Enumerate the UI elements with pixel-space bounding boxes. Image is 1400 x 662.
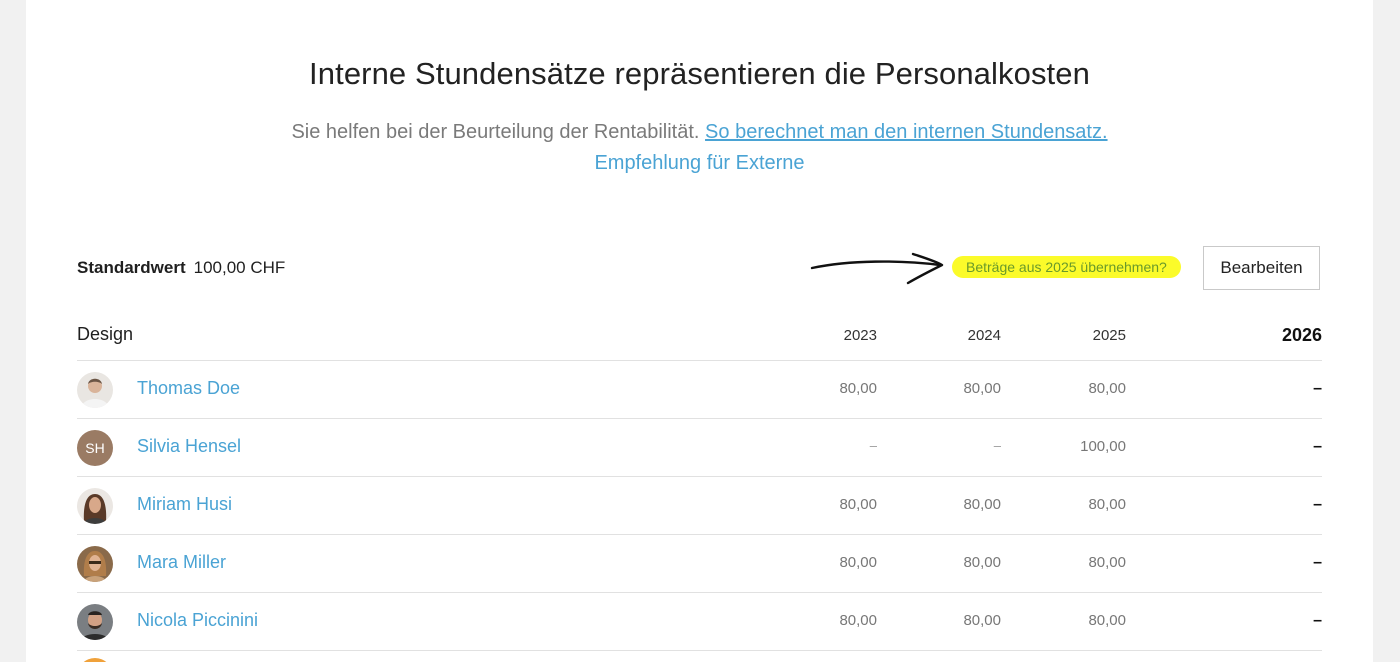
avatar [77,604,113,640]
rate-cell: 80,00 [839,554,877,571]
year-header: 2024 [967,327,1001,344]
rate-cell: 100,00 [1080,438,1126,455]
copy-previous-year-link[interactable]: Beträge aus 2025 übernehmen? [952,256,1181,278]
group-title: Design [77,324,134,344]
rate-cell: 80,00 [1088,554,1126,571]
standard-rate: Standardwert 100,00 CHF [77,258,285,278]
employee-name-link[interactable]: Mara Miller [137,552,226,573]
current-rate-cell: – [1313,496,1322,513]
avatar [77,658,113,662]
avatar [77,488,113,524]
employee-name-link[interactable]: Nicola Piccinini [137,610,258,631]
rate-calculation-link[interactable]: So berechnet man den internen Stundensat… [705,121,1108,143]
standard-rate-value: 100,00 CHF [193,258,286,277]
table-row: SH Silvia Hensel – – 100,00 – [77,419,1322,477]
employee-name-link[interactable]: Thomas Doe [137,378,240,399]
table-row: Mara Miller 80,00 80,00 80,00 – [77,535,1322,593]
rate-cell: 80,00 [839,496,877,513]
employee-name-link[interactable]: Silvia Hensel [137,436,241,457]
rate-cell: 80,00 [963,554,1001,571]
standard-rate-label: Standardwert [77,258,186,277]
rate-cell: 80,00 [1088,612,1126,629]
external-recommendation-link[interactable]: Empfehlung für Externe [26,152,1373,175]
table-row: Nicola Piccinini 80,00 80,00 80,00 – [77,593,1322,651]
rate-cell: 80,00 [963,496,1001,513]
main-panel: Interne Stundensätze repräsentieren die … [26,0,1373,662]
table-header: Design 2023 2024 2025 2026 [77,312,1322,361]
hourly-rates-table: Design 2023 2024 2025 2026 Thomas Doe 80… [77,312,1322,651]
avatar [77,546,113,582]
rate-cell: 80,00 [963,380,1001,397]
rate-cell: 80,00 [963,612,1001,629]
year-header: 2025 [1092,327,1126,344]
rate-cell: 80,00 [1088,496,1126,513]
employee-name-link[interactable]: Miriam Husi [137,494,232,515]
current-rate-cell: – [1313,438,1322,455]
rate-cell: 80,00 [839,612,877,629]
subtitle-text: Sie helfen bei der Beurteilung der Renta… [291,121,700,143]
rate-cell: – [869,438,877,453]
current-rate-cell: – [1313,554,1322,571]
rate-cell: – [993,438,1001,453]
current-year-header: 2026 [1281,325,1322,345]
rate-cell: 80,00 [839,380,877,397]
edit-button[interactable]: Bearbeiten [1203,246,1320,290]
year-header: 2023 [843,327,877,344]
rate-cell: 80,00 [1088,380,1126,397]
hand-drawn-arrow-icon [810,252,944,285]
current-rate-cell: – [1313,612,1322,629]
current-rate-cell: – [1313,380,1322,397]
avatar [77,372,113,408]
table-row: Miriam Husi 80,00 80,00 80,00 – [77,477,1322,535]
table-row: Thomas Doe 80,00 80,00 80,00 – [77,361,1322,419]
avatar: SH [77,430,113,466]
page-title: Interne Stundensätze repräsentieren die … [309,56,1090,91]
page-subtitle: Sie helfen bei der Beurteilung der Renta… [26,121,1373,144]
